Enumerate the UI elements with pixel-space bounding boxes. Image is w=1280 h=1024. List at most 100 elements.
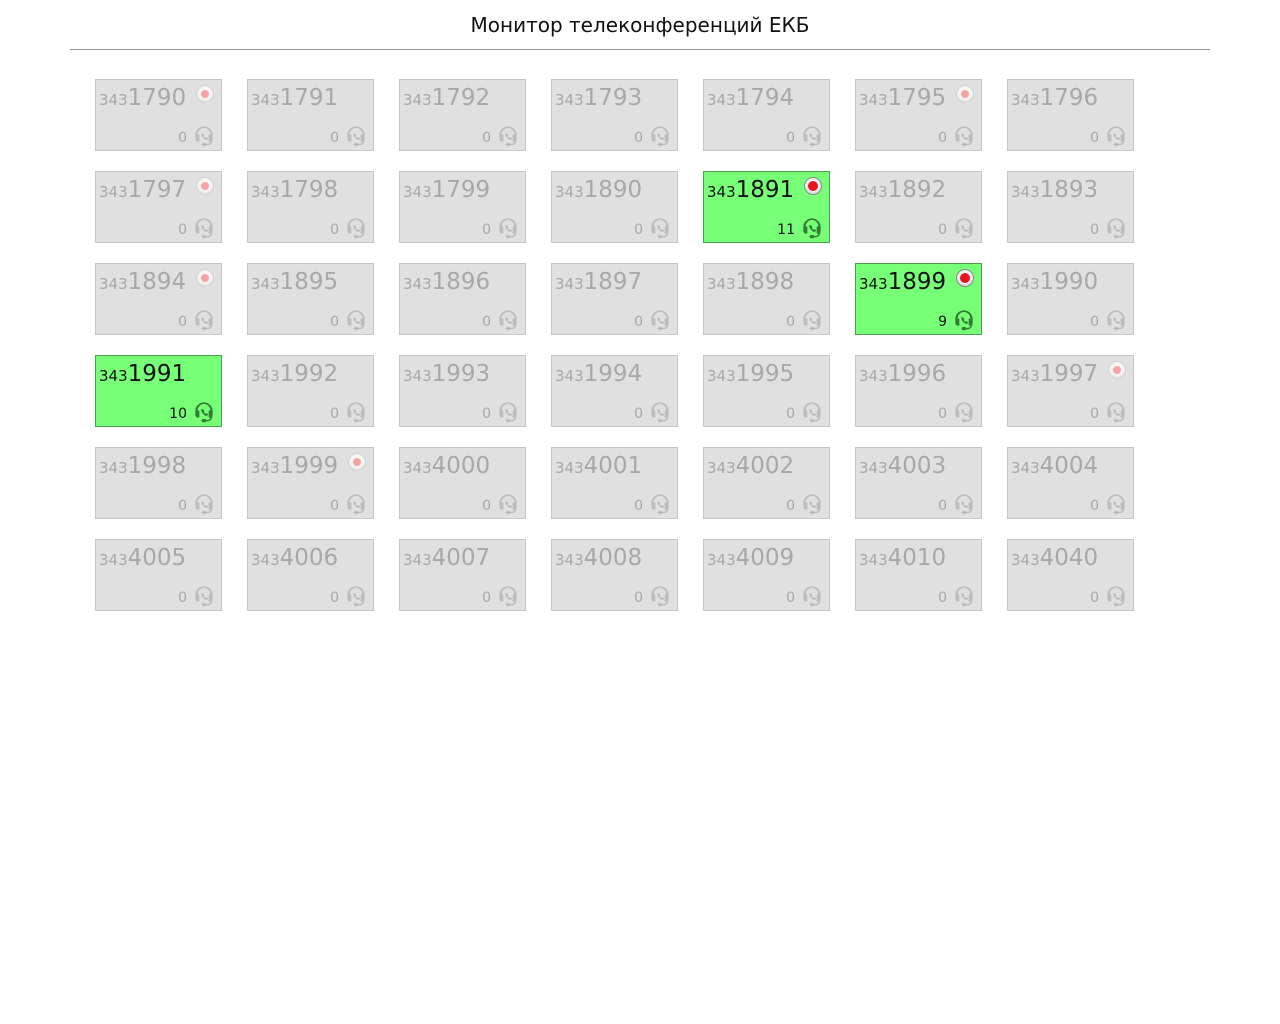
record-indicator-icon[interactable]	[196, 85, 214, 103]
conference-tile[interactable]: 3431990 0	[1007, 263, 1134, 335]
conference-tile[interactable]: 3434008 0	[551, 539, 678, 611]
conference-tile[interactable]: 3431994 0	[551, 355, 678, 427]
conference-tile[interactable]: 3434001 0	[551, 447, 678, 519]
headset-phone-icon[interactable]	[801, 585, 823, 607]
conference-number: 3431993	[403, 358, 490, 392]
conference-number: 3434000	[403, 450, 490, 484]
conference-number: 3434008	[555, 542, 642, 576]
conference-tile[interactable]: 3431895 0	[247, 263, 374, 335]
headset-phone-icon[interactable]	[345, 125, 367, 147]
headset-phone-icon[interactable]	[193, 493, 215, 515]
record-indicator-icon[interactable]	[1108, 361, 1126, 379]
headset-phone-icon[interactable]	[497, 309, 519, 331]
headset-phone-icon[interactable]	[953, 585, 975, 607]
conference-tile[interactable]: 3431790 0	[95, 79, 222, 151]
headset-phone-icon[interactable]	[953, 217, 975, 239]
conference-tile[interactable]: 3434009 0	[703, 539, 830, 611]
headset-phone-icon[interactable]	[801, 217, 823, 239]
headset-phone-icon[interactable]	[497, 125, 519, 147]
headset-phone-icon[interactable]	[193, 309, 215, 331]
headset-phone-icon[interactable]	[193, 125, 215, 147]
headset-phone-icon[interactable]	[1105, 493, 1127, 515]
conference-tile[interactable]: 3431797 0	[95, 171, 222, 243]
conference-tile[interactable]: 3431794 0	[703, 79, 830, 151]
conference-tile[interactable]: 3431893 0	[1007, 171, 1134, 243]
headset-phone-icon[interactable]	[801, 493, 823, 515]
conference-tile[interactable]: 3431792 0	[399, 79, 526, 151]
headset-phone-icon[interactable]	[193, 401, 215, 423]
conference-tile[interactable]: 3434002 0	[703, 447, 830, 519]
headset-phone-icon[interactable]	[345, 585, 367, 607]
headset-phone-icon[interactable]	[345, 401, 367, 423]
conference-tile[interactable]: 3431795 0	[855, 79, 982, 151]
headset-phone-icon[interactable]	[953, 309, 975, 331]
conference-tile[interactable]: 3434003 0	[855, 447, 982, 519]
headset-phone-icon[interactable]	[345, 493, 367, 515]
participant-count: 0	[330, 222, 339, 238]
headset-phone-icon[interactable]	[649, 401, 671, 423]
headset-phone-icon[interactable]	[345, 217, 367, 239]
conference-tile[interactable]: 3431791 0	[247, 79, 374, 151]
headset-phone-icon[interactable]	[497, 217, 519, 239]
conference-tile[interactable]: 3431992 0	[247, 355, 374, 427]
conference-tile[interactable]: 3431894 0	[95, 263, 222, 335]
headset-phone-icon[interactable]	[649, 309, 671, 331]
conference-tile[interactable]: 3434040 0	[1007, 539, 1134, 611]
headset-phone-icon[interactable]	[649, 493, 671, 515]
record-indicator-icon[interactable]	[956, 85, 974, 103]
conference-tile[interactable]: 3434000 0	[399, 447, 526, 519]
conference-tile[interactable]: 3431793 0	[551, 79, 678, 151]
headset-phone-icon[interactable]	[649, 585, 671, 607]
headset-phone-icon[interactable]	[649, 217, 671, 239]
participant-count: 0	[634, 406, 643, 422]
conference-tile[interactable]: 3431896 0	[399, 263, 526, 335]
headset-phone-icon[interactable]	[801, 125, 823, 147]
headset-phone-icon[interactable]	[193, 217, 215, 239]
conference-tile[interactable]: 3431898 0	[703, 263, 830, 335]
conference-tile[interactable]: 3434007 0	[399, 539, 526, 611]
conference-tile[interactable]: 3431799 0	[399, 171, 526, 243]
headset-phone-icon[interactable]	[801, 401, 823, 423]
conference-tile[interactable]: 3434004 0	[1007, 447, 1134, 519]
headset-phone-icon[interactable]	[1105, 125, 1127, 147]
conference-tile[interactable]: 3431998 0	[95, 447, 222, 519]
conference-tile[interactable]: 3431996 0	[855, 355, 982, 427]
headset-phone-icon[interactable]	[497, 401, 519, 423]
headset-phone-icon[interactable]	[649, 125, 671, 147]
record-indicator-icon[interactable]	[196, 269, 214, 287]
conference-tile[interactable]: 3434006 0	[247, 539, 374, 611]
conference-tile[interactable]: 3431891 11	[703, 171, 830, 243]
participant-count: 0	[634, 314, 643, 330]
conference-tile[interactable]: 3431899 9	[855, 263, 982, 335]
conference-tile[interactable]: 3434005 0	[95, 539, 222, 611]
headset-phone-icon[interactable]	[345, 309, 367, 331]
conference-tile[interactable]: 3431897 0	[551, 263, 678, 335]
record-indicator-icon[interactable]	[196, 177, 214, 195]
headset-phone-icon[interactable]	[801, 309, 823, 331]
conference-tile[interactable]: 3434010 0	[855, 539, 982, 611]
conference-tile[interactable]: 3431999 0	[247, 447, 374, 519]
conference-tile[interactable]: 3431892 0	[855, 171, 982, 243]
headset-phone-icon[interactable]	[497, 585, 519, 607]
record-indicator-icon[interactable]	[804, 177, 822, 195]
record-indicator-icon[interactable]	[956, 269, 974, 287]
conference-tile[interactable]: 3431991 10	[95, 355, 222, 427]
headset-phone-icon[interactable]	[953, 493, 975, 515]
headset-phone-icon[interactable]	[193, 585, 215, 607]
conference-tile[interactable]: 3431993 0	[399, 355, 526, 427]
conference-tile[interactable]: 3431798 0	[247, 171, 374, 243]
conference-number: 3431799	[403, 174, 490, 208]
conference-number: 3434010	[859, 542, 946, 576]
headset-phone-icon[interactable]	[953, 401, 975, 423]
headset-phone-icon[interactable]	[1105, 217, 1127, 239]
record-indicator-icon[interactable]	[348, 453, 366, 471]
conference-tile[interactable]: 3431796 0	[1007, 79, 1134, 151]
headset-phone-icon[interactable]	[1105, 585, 1127, 607]
headset-phone-icon[interactable]	[953, 125, 975, 147]
headset-phone-icon[interactable]	[497, 493, 519, 515]
headset-phone-icon[interactable]	[1105, 401, 1127, 423]
conference-tile[interactable]: 3431995 0	[703, 355, 830, 427]
conference-tile[interactable]: 3431997 0	[1007, 355, 1134, 427]
headset-phone-icon[interactable]	[1105, 309, 1127, 331]
conference-tile[interactable]: 3431890 0	[551, 171, 678, 243]
